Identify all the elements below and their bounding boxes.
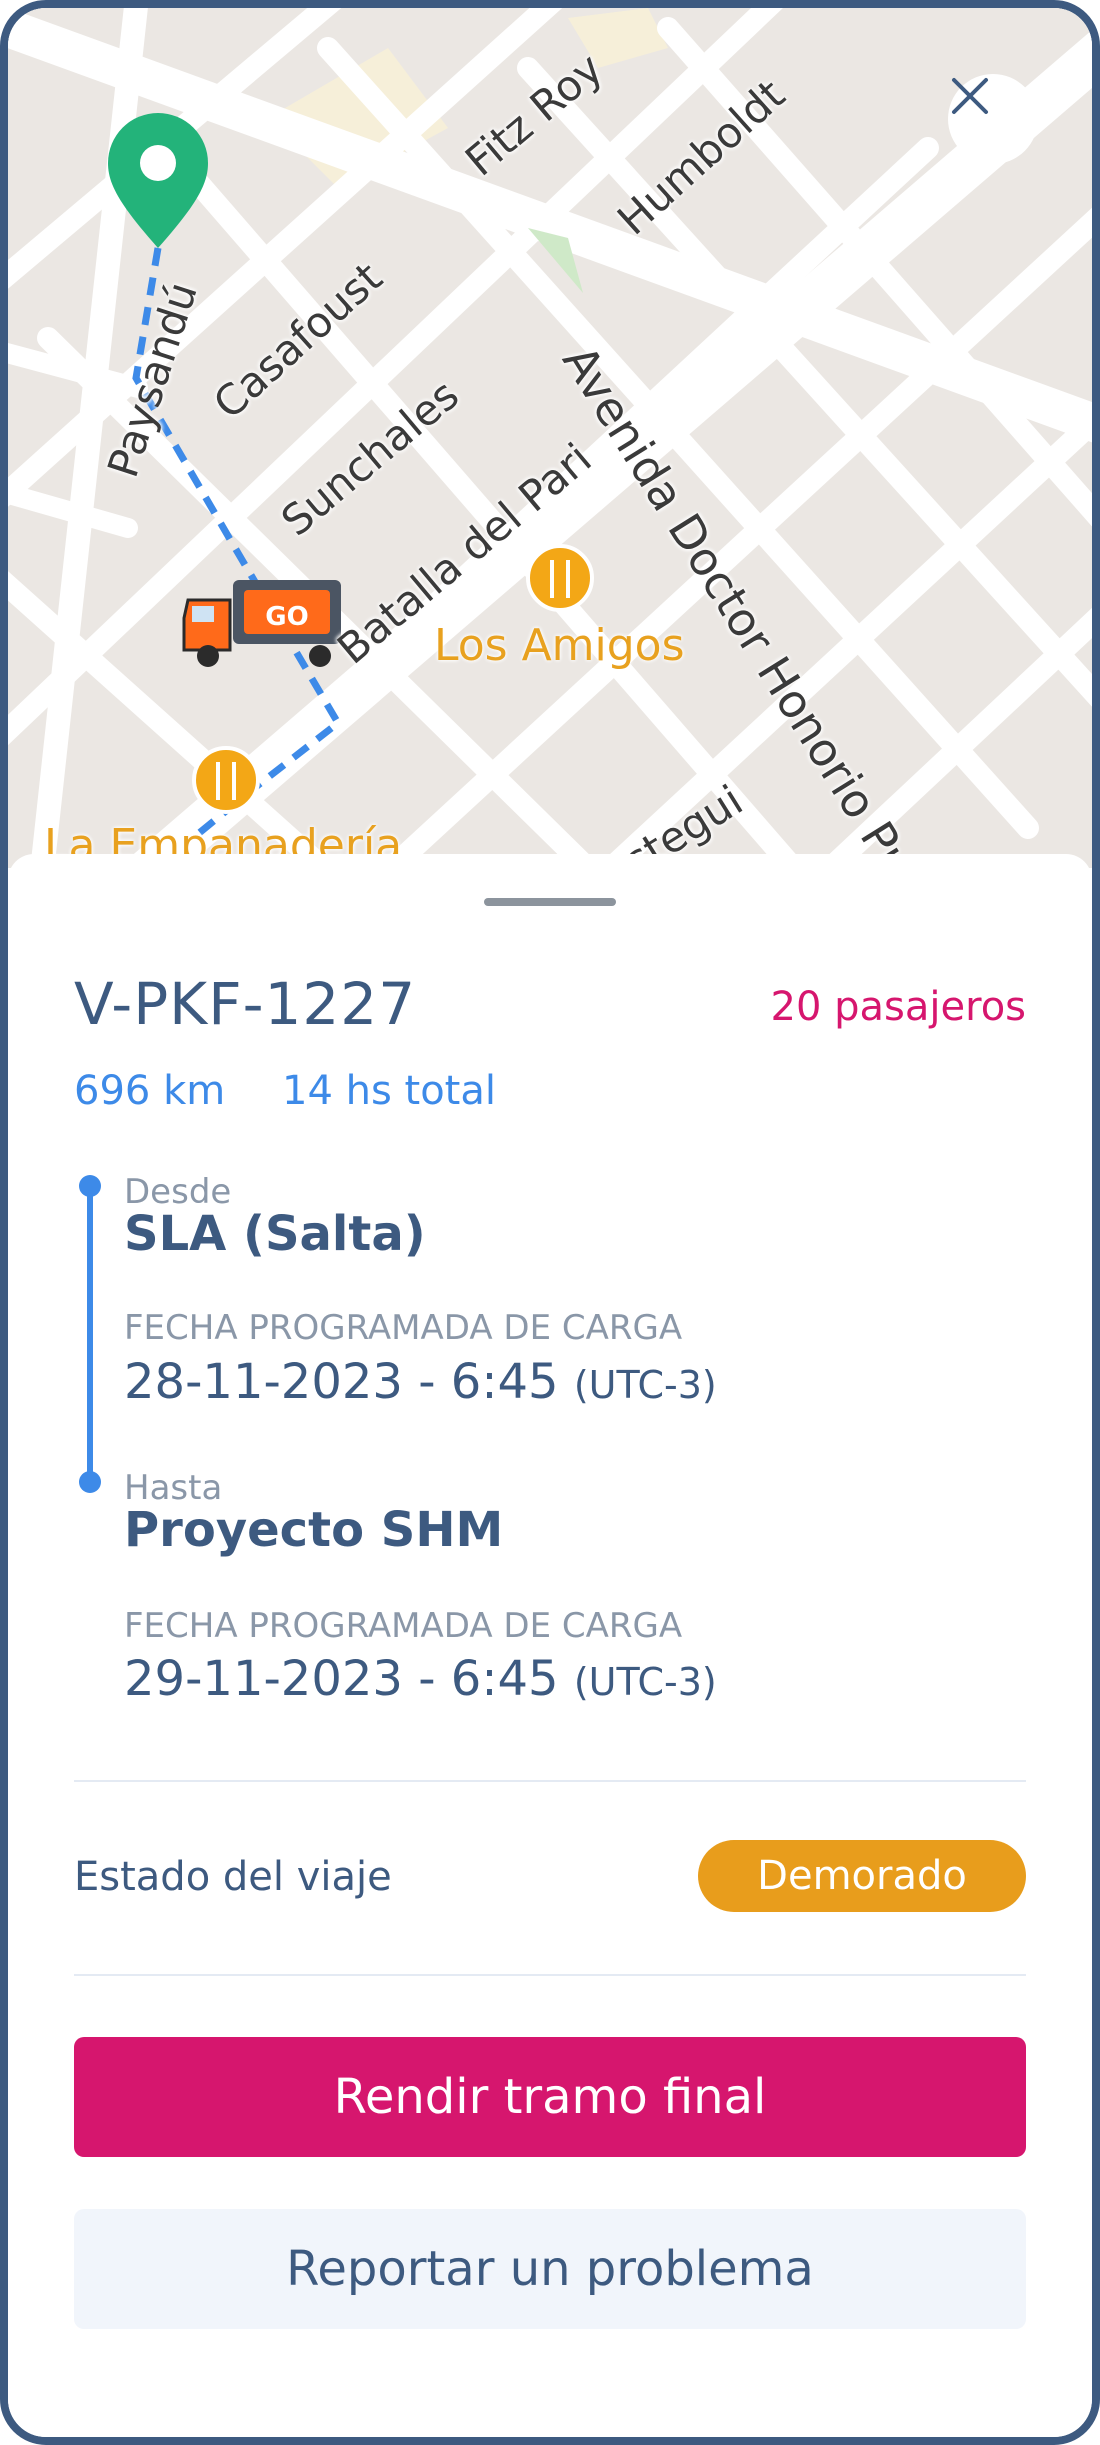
origin-date: 28-11-2023 - 6:45 (UTC-3) [124,1354,717,1410]
submit-final-leg-button[interactable]: Rendir tramo final [74,2037,1026,2157]
origin-place: SLA (Salta) [124,1206,426,1262]
status-badge: Demorado [698,1840,1026,1912]
destination-date-caption: FECHA PROGRAMADA DE CARGA [124,1606,683,1646]
trip-status-label: Estado del viaje [74,1854,392,1900]
svg-text:GO: GO [265,602,308,632]
app-frame: GO Fitz Roy Humboldt Paysandú Casafoust … [0,0,1100,2445]
passenger-count: 20 pasajeros [770,984,1026,1030]
map-view[interactable]: GO Fitz Roy Humboldt Paysandú Casafoust … [8,8,1092,868]
origin-date-value: 28-11-2023 - 6:45 [124,1354,559,1410]
destination-date-value: 29-11-2023 - 6:45 [124,1651,559,1707]
origin-date-caption: FECHA PROGRAMADA DE CARGA [124,1308,683,1348]
trip-details-sheet: V-PKF-1227 20 pasajeros 696 km 14 hs tot… [8,854,1092,2437]
map-streets: GO [8,8,1092,868]
trip-duration: 14 hs total [282,1068,496,1114]
vehicle-id: V-PKF-1227 [74,970,417,1038]
restaurant-icon[interactable] [526,544,594,612]
report-problem-button[interactable]: Reportar un problema [74,2209,1026,2329]
destination-dot [79,1471,101,1493]
divider [74,1780,1026,1782]
close-button[interactable] [948,74,1038,164]
place-label[interactable]: Los Amigos [434,620,685,671]
destination-date: 29-11-2023 - 6:45 (UTC-3) [124,1651,717,1707]
origin-timezone: (UTC-3) [573,1363,717,1407]
divider [74,1974,1026,1976]
restaurant-icon[interactable] [192,746,260,814]
destination-place: Proyecto SHM [124,1502,504,1558]
trip-distance: 696 km [74,1068,226,1114]
destination-timezone: (UTC-3) [573,1660,717,1704]
route-timeline [87,1184,93,1482]
origin-dot [79,1175,101,1197]
close-icon [952,78,988,114]
sheet-drag-handle[interactable] [484,898,616,906]
